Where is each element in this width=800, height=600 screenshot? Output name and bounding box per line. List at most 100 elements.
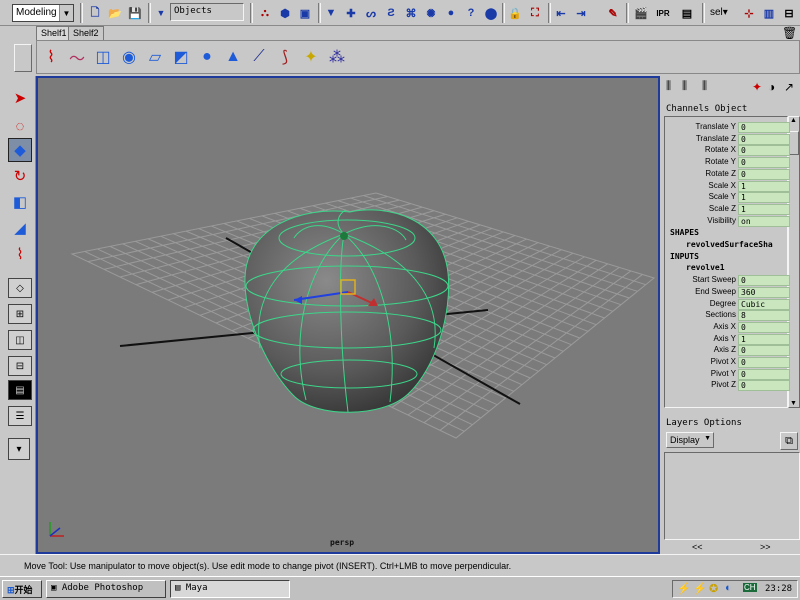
scrollbar-thumb[interactable] [789,131,799,155]
plane-icon[interactable]: ◩ [169,45,193,69]
channel-value-field[interactable]: 360 [738,286,790,298]
layout-menu-icon[interactable]: ▾ [8,438,30,460]
channel-row[interactable]: Axis Z0 [666,345,790,357]
channel-value-field[interactable]: 0 [738,321,790,333]
select-tool-icon[interactable]: ➤ [8,86,32,110]
channel-row[interactable]: Scale X1 [666,180,790,192]
shape-node-name[interactable]: revolvedSurfaceSha [666,240,790,251]
channel-value-field[interactable]: 0 [738,145,790,157]
channel-value-field[interactable]: on [738,215,790,227]
snap-curve-icon[interactable]: ⇥ [572,4,590,22]
input-node-name[interactable]: revolve1 [666,263,790,274]
extrude-icon[interactable]: ▱ [143,45,167,69]
channel-row[interactable]: Pivot X0 [666,357,790,368]
channel-row[interactable]: Visibility on [666,215,790,227]
new-scene-icon[interactable]: 🗋 [86,4,104,22]
channel-box-toggle-icon[interactable]: ✦ [752,80,762,94]
channel-value-field[interactable]: 1 [738,180,790,192]
attribute-editor-icon[interactable]: ⊟ [780,4,798,22]
joint-icon[interactable]: ⟋ [247,45,271,69]
single-pane-layout-icon[interactable]: ◇ [8,278,32,298]
taskbar-maya[interactable]: ▤ Maya [170,580,290,598]
channel-value-field[interactable]: 1 [738,192,790,204]
channel-row[interactable]: Degree Cubic [666,298,790,310]
show-hide-editor-icon[interactable]: ▥ [760,4,778,22]
soft-mod-icon[interactable]: ⌇ [8,242,32,266]
channel-row[interactable]: Scale Y1 [666,192,790,204]
nurbs-curve-icon[interactable]: 〜 [65,45,89,69]
sel-label[interactable]: sel▾ [710,7,728,18]
tray-app-icon[interactable]: ✪ [709,582,718,595]
channel-box-menu[interactable]: Channels Object [666,104,747,114]
channel-value-field[interactable]: 1 [738,333,790,345]
tab-shelf1[interactable]: Shelf1 [36,26,72,40]
tray-app-icon[interactable]: ⚡ [693,582,707,595]
graph-layout-icon[interactable]: ▤ [8,380,32,400]
sphere-icon[interactable]: ● [195,45,219,69]
filter-toggle-icon[interactable]: ▼ [322,4,340,22]
curve-select-icon[interactable]: Ƨ [382,4,400,22]
channel-row[interactable]: Translate Z0 [666,133,790,145]
ipr-render-icon[interactable]: IPR [654,4,672,22]
layer-next-button[interactable]: >> [760,542,771,552]
open-scene-icon[interactable]: 📂 [106,4,124,22]
lasso-tool-icon[interactable]: ◌ [8,114,32,138]
component-mode-icon[interactable]: ▣ [296,4,314,22]
start-button[interactable]: ⊞开始 [2,580,42,598]
channel-value-field[interactable]: 8 [738,310,790,322]
shelf-menu-button[interactable] [14,44,32,72]
channel-value-field[interactable]: 0 [738,380,790,392]
new-layer-icon[interactable]: ⧉ [780,432,798,450]
selection-field-icon[interactable]: ⊹ [740,4,758,22]
layer-display-dropdown[interactable]: Display ▼ [666,432,714,448]
channel-value-field[interactable]: 0 [738,357,790,368]
channel-value-field[interactable]: 0 [738,368,790,380]
channel-box-layout-icon[interactable]: ⫼ [666,80,671,93]
channel-row[interactable]: Rotate Y0 [666,157,790,169]
channel-value-field[interactable]: 1 [738,203,790,215]
joint-select-icon[interactable]: ᔕ [362,4,380,22]
rotate-tool-icon[interactable]: ↻ [8,164,32,188]
channel-row[interactable]: Translate Y0 [666,122,790,133]
taskbar-photoshop[interactable]: ▣ Adobe Photoshop [46,580,166,598]
two-pane-stacked-icon[interactable]: ⊟ [8,356,32,376]
menu-set-selector[interactable]: Modeling ▼ [12,4,74,22]
cone-icon[interactable]: ▲ [221,45,245,69]
perspective-viewport[interactable]: persp [36,76,660,554]
attribute-list-icon[interactable]: ⫼ [682,80,687,93]
layer-editor-menu[interactable]: Layers Options [666,418,742,428]
input-language-icon[interactable]: CH [743,583,757,592]
move-tool-icon[interactable]: ◆ [8,138,32,162]
channel-value-field[interactable]: 0 [738,122,790,133]
particle-icon[interactable]: ⁂ [325,45,349,69]
object-mode-icon[interactable]: ⬢ [276,4,294,22]
misc-select-icon[interactable]: ⬤ [482,4,500,22]
channel-value-field[interactable]: Cubic [738,298,790,310]
render-view-icon[interactable]: ◑ [768,80,775,94]
channel-value-field[interactable]: 0 [738,275,790,287]
channel-row[interactable]: Rotate X0 [666,145,790,157]
spotlight-icon[interactable]: ✦ [299,45,323,69]
history-toggle-icon[interactable]: ✎ [604,4,622,22]
channel-row[interactable]: Scale Z1 [666,203,790,215]
outliner-layout-icon[interactable]: ☰ [8,406,32,426]
dynamics-select-icon[interactable]: ● [442,4,460,22]
tab-shelf2[interactable]: Shelf2 [68,26,104,40]
channel-row[interactable]: Start Sweep 0 [666,275,790,287]
scroll-up-icon[interactable]: ▲ [790,117,797,124]
chevron-down-icon[interactable]: ▼ [59,5,73,21]
channel-value-field[interactable]: 0 [738,345,790,357]
channel-row[interactable]: Rotate Z0 [666,168,790,180]
surface-select-icon[interactable]: ⌘ [402,4,420,22]
channel-row[interactable]: Axis Y1 [666,333,790,345]
revolve-icon[interactable]: ◉ [117,45,141,69]
snap-grid-icon[interactable]: ⇤ [552,4,570,22]
four-pane-layout-icon[interactable]: ⊞ [8,304,32,324]
tray-app-icon[interactable]: ⚡ [677,582,691,595]
two-pane-layout-icon[interactable]: ◫ [8,330,32,350]
save-scene-icon[interactable]: 💾 [126,4,144,22]
channel-row[interactable]: Pivot Z0 [666,380,790,392]
layer-prev-button[interactable]: << [692,542,703,552]
channel-value-field[interactable]: 0 [738,157,790,169]
inputs-header[interactable]: INPUTS [666,252,790,263]
